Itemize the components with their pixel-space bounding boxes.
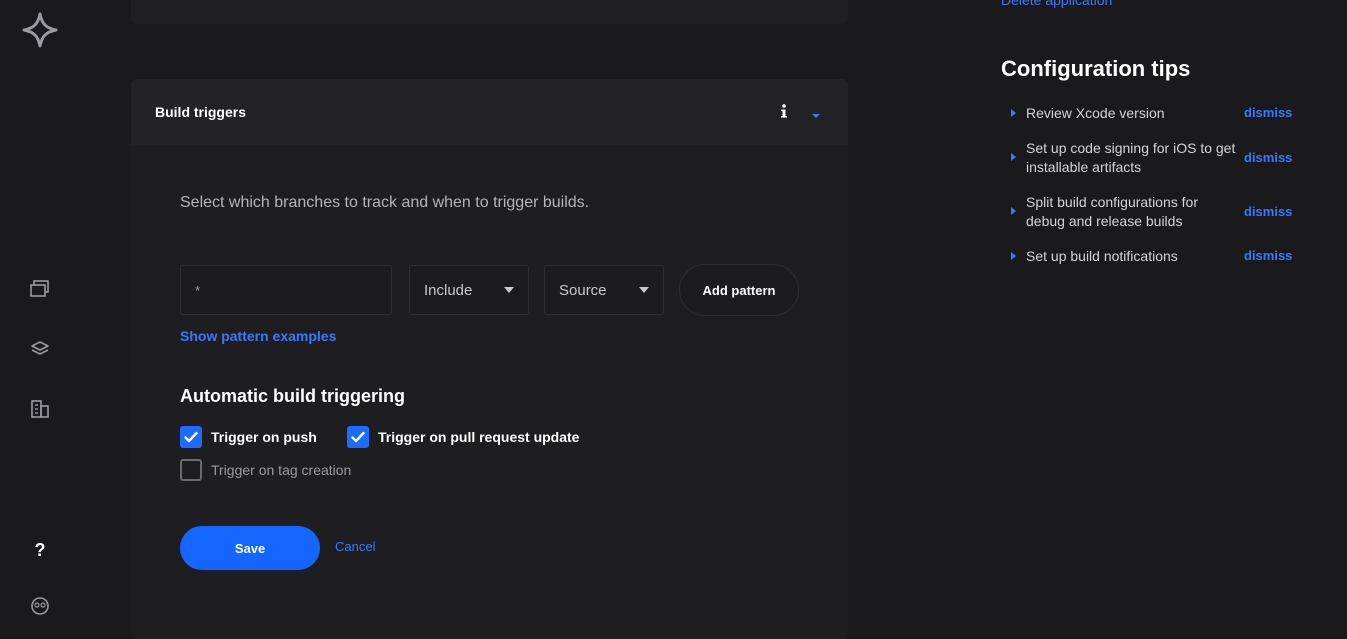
- pattern-input[interactable]: [180, 265, 392, 315]
- cancel-link[interactable]: Cancel: [335, 539, 375, 554]
- dismiss-link[interactable]: dismiss: [1244, 150, 1292, 165]
- dismiss-link[interactable]: dismiss: [1244, 204, 1292, 219]
- info-icon[interactable]: [779, 102, 789, 120]
- caret-down-icon: [504, 287, 514, 293]
- check-icon: [184, 431, 198, 443]
- caret-down-icon: [639, 287, 649, 293]
- tip-text[interactable]: Review Xcode version: [1026, 104, 1236, 123]
- source-select-value: Source: [559, 281, 607, 299]
- tip-text[interactable]: Set up build notifications: [1026, 247, 1236, 266]
- buildings-icon[interactable]: [28, 397, 52, 421]
- chevron-down-icon[interactable]: [811, 107, 821, 118]
- save-button[interactable]: Save: [180, 526, 320, 570]
- caret-right-icon: [1011, 252, 1016, 260]
- sidebar: ?: [0, 0, 80, 615]
- trigger-on-tag-creation[interactable]: Trigger on tag creation: [180, 459, 351, 481]
- stack-icon[interactable]: [28, 337, 52, 361]
- dismiss-link[interactable]: dismiss: [1244, 105, 1292, 120]
- include-select-value: Include: [424, 281, 473, 299]
- card-title: Build triggers: [155, 104, 247, 120]
- checkbox-label: Trigger on push: [211, 429, 317, 445]
- caret-right-icon: [1011, 109, 1016, 117]
- add-pattern-button[interactable]: Add pattern: [679, 264, 799, 316]
- checkbox-checked[interactable]: [180, 426, 202, 448]
- check-icon: [351, 431, 365, 443]
- checkbox-unchecked[interactable]: [180, 459, 202, 481]
- trigger-on-pull-request-update[interactable]: Trigger on pull request update: [347, 426, 579, 448]
- card-header[interactable]: Build triggers: [131, 79, 848, 145]
- delete-application-link[interactable]: Delete application: [1001, 0, 1112, 8]
- caret-right-icon: [1011, 153, 1016, 161]
- caret-right-icon: [1011, 207, 1016, 215]
- card-description: Select which branches to track and when …: [180, 194, 590, 211]
- tip-text[interactable]: Split build configurations for debug and…: [1026, 193, 1236, 231]
- trigger-on-push[interactable]: Trigger on push: [180, 426, 317, 448]
- show-pattern-examples-link[interactable]: Show pattern examples: [180, 328, 336, 344]
- checkbox-checked[interactable]: [347, 426, 369, 448]
- checkbox-label: Trigger on pull request update: [378, 429, 580, 445]
- source-select[interactable]: Source: [544, 265, 664, 315]
- dismiss-link[interactable]: dismiss: [1244, 248, 1292, 263]
- checkbox-label: Trigger on tag creation: [211, 462, 352, 478]
- help-icon[interactable]: ?: [28, 538, 52, 562]
- tip-text[interactable]: Set up code signing for iOS to get insta…: [1026, 139, 1236, 177]
- previous-card: [131, 0, 848, 24]
- include-select[interactable]: Include: [409, 265, 529, 315]
- section-title: Automatic build triggering: [180, 386, 405, 406]
- build-triggers-card: Build triggers Select which branches to …: [131, 79, 848, 639]
- avatar-icon[interactable]: [28, 594, 52, 618]
- configuration-tips-title: Configuration tips: [1001, 56, 1191, 81]
- apps-icon[interactable]: [28, 277, 52, 301]
- logo-icon[interactable]: [22, 12, 58, 48]
- help-label: ?: [34, 539, 46, 560]
